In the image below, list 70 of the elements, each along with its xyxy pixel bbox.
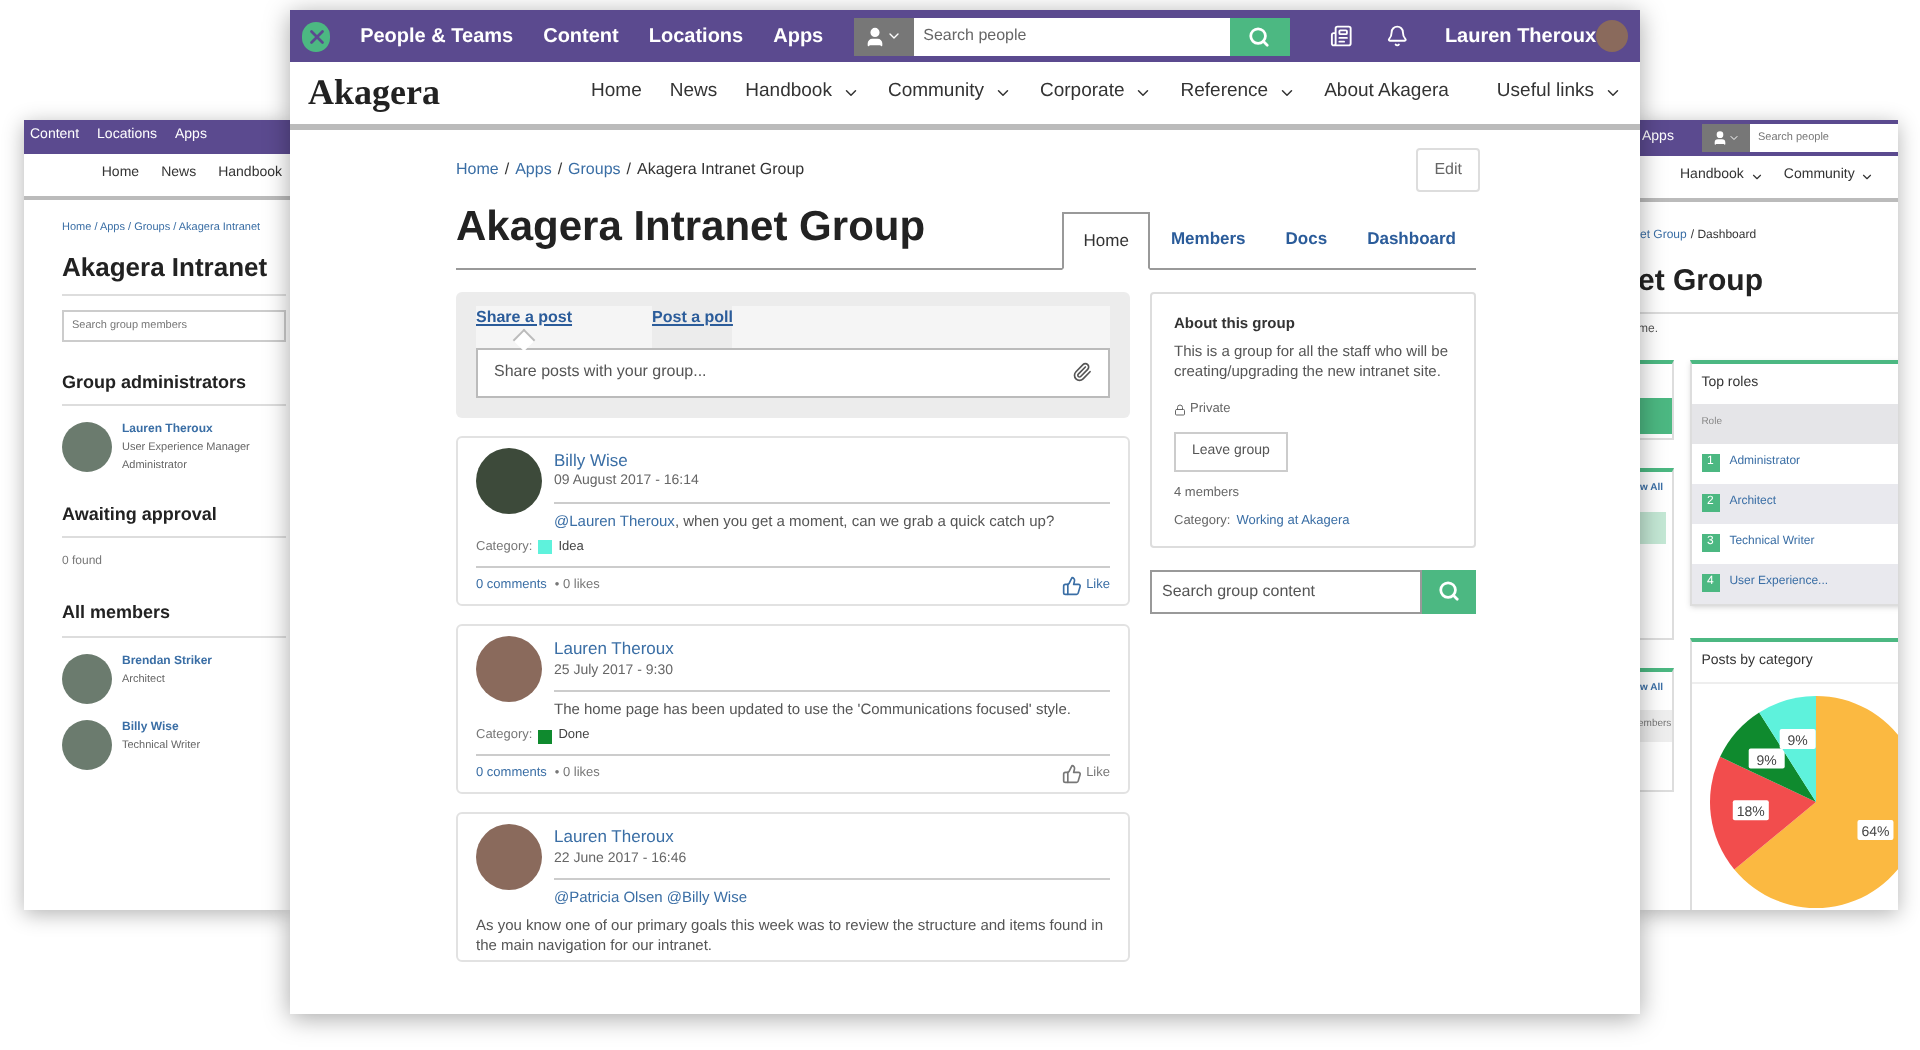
breadcrumb-link[interactable]: Home [456,158,499,182]
search-field[interactable]: Search group content [1150,569,1422,613]
breadcrumb-current: Akagera Intranet Group [637,158,805,182]
thumbs-up-icon [1062,575,1083,596]
attachment-icon[interactable] [1072,362,1092,382]
avatar-placeholder [1596,20,1629,52]
caret-icon [1749,170,1764,184]
nav-link[interactable]: People & Teams [360,21,514,51]
tab[interactable]: Dashboard [1347,211,1476,269]
breadcrumb-link[interactable]: Groups [568,158,621,182]
user-name[interactable]: Lauren Theroux [1444,21,1597,51]
author-link[interactable]: Lauren Theroux [554,824,1110,850]
avatar-placeholder [62,653,112,704]
caret-icon [1604,84,1622,102]
tab[interactable]: Members [1150,211,1266,269]
avatar-placeholder [476,824,542,890]
composer-tab[interactable]: Share a post [476,305,573,347]
caret-icon [1728,132,1740,144]
breadcrumb-separator: / [626,158,632,182]
menu-link[interactable]: Corporate [1040,78,1153,108]
notifications-icon[interactable] [1386,24,1409,48]
logo-icon[interactable] [302,21,331,51]
user-menu-button[interactable] [1702,124,1750,152]
page-title: Akagera Intranet Group [456,202,926,254]
menu-link[interactable]: Useful links [1496,78,1622,108]
composer-tab[interactable]: Post a poll [652,305,733,347]
person-icon [1712,130,1728,146]
site-logo[interactable]: Akagera [308,66,440,120]
section-heading: Group administrators [62,369,286,407]
caret-icon [1134,84,1153,102]
page-title: Akagera Intranet [62,248,286,296]
tab[interactable]: Home [1061,211,1151,269]
section-heading: All members [62,600,286,638]
caret-icon [1278,84,1297,102]
author-link[interactable]: Lauren Theroux [554,635,1110,661]
lock-icon [1174,403,1186,416]
search-field[interactable]: Search people [913,17,1230,55]
author-link[interactable]: Billy Wise [554,447,1110,473]
caret-icon [841,84,860,102]
caret-icon [994,84,1012,102]
post-input-field[interactable]: Share posts with your group... [476,347,1110,397]
menu-link[interactable]: Reference [1180,78,1297,108]
menu-link[interactable]: Home [591,78,642,108]
nav-link[interactable]: Apps [773,21,824,51]
section-heading: Awaiting approval [62,501,286,539]
search-icon [1438,580,1460,602]
news-icon[interactable] [1329,24,1353,48]
menu-link[interactable]: News [669,78,718,108]
caret-icon [1860,170,1875,184]
nav-link[interactable]: Content [543,21,619,51]
avatar-placeholder [62,422,112,473]
user-filter-button[interactable] [853,17,914,55]
tab[interactable]: Docs [1265,211,1348,269]
avatar-placeholder [62,719,112,770]
menu-link[interactable]: Handbook [745,78,860,108]
chart-bar [1640,512,1666,544]
thumbs-up-icon [1062,764,1083,784]
search-button[interactable] [1229,17,1290,55]
edit-button[interactable]: Edit [1416,148,1480,192]
menu-link[interactable]: About Akagera [1324,78,1449,108]
breadcrumb-link[interactable]: Apps [515,158,552,182]
menu-link[interactable]: Community [887,78,1012,108]
search-icon [1248,25,1271,47]
breadcrumb-separator: / [557,158,563,182]
nav-link[interactable]: Locations [648,21,744,51]
avatar-placeholder [476,447,542,513]
person-icon [864,25,887,47]
breadcrumb-separator: / [504,158,510,182]
caret-icon [886,28,903,44]
avatar-placeholder [476,635,542,702]
